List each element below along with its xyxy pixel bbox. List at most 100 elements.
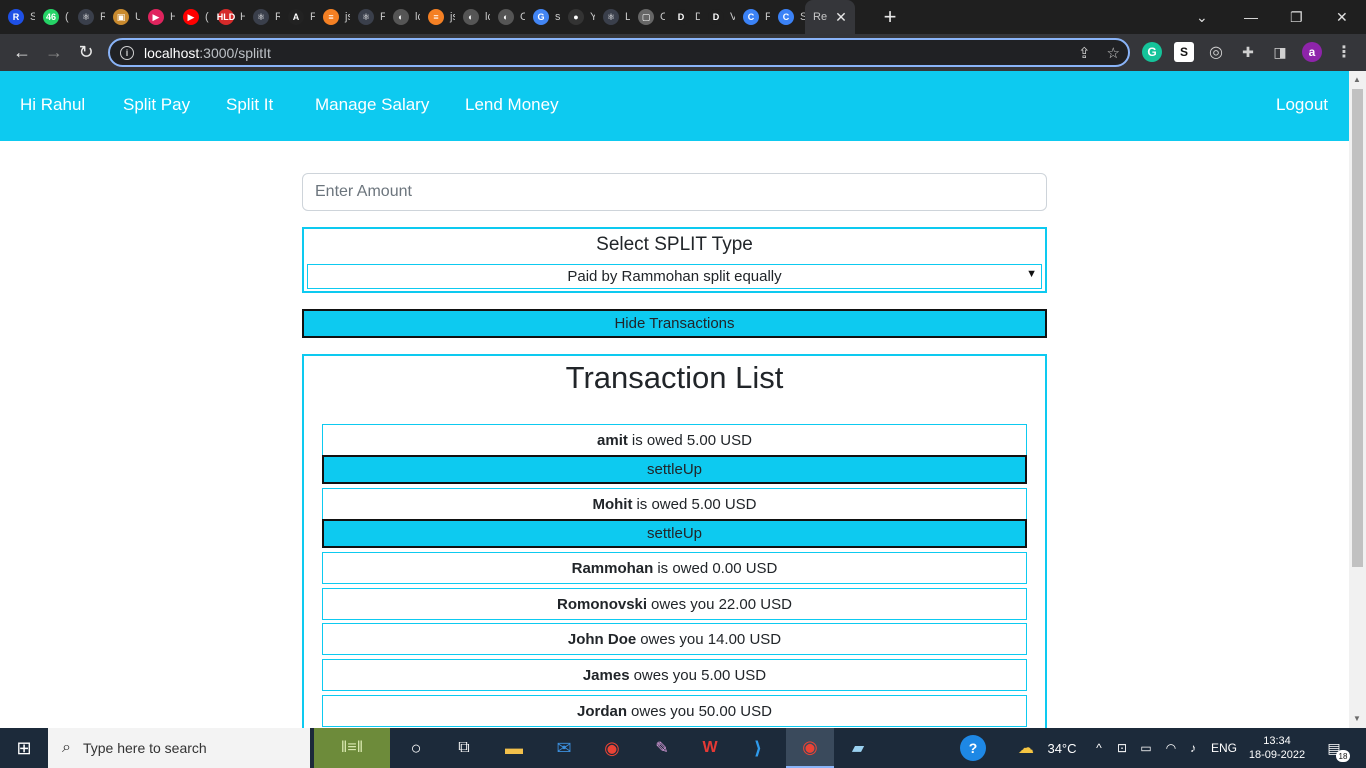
split-type-selected: Paid by Rammohan split equally bbox=[567, 268, 782, 285]
wps-office-icon[interactable]: W bbox=[694, 728, 726, 768]
nav-split-it[interactable]: Split It bbox=[226, 95, 273, 115]
restore-icon[interactable]: ❐ bbox=[1290, 0, 1303, 34]
cortana-icon[interactable]: ○ bbox=[400, 728, 432, 768]
close-window-icon[interactable]: ✕ bbox=[1336, 0, 1348, 34]
site-info-icon[interactable]: i bbox=[120, 45, 134, 60]
split-type-heading: Select SPLIT Type bbox=[596, 234, 753, 255]
browser-tab[interactable]: ◐lc bbox=[455, 0, 490, 34]
browser-tab[interactable]: ◐ C bbox=[490, 0, 525, 34]
url-host: localhost bbox=[144, 44, 200, 61]
browser-tab[interactable]: ≡js bbox=[420, 0, 455, 34]
browser-tab[interactable]: ▣ U bbox=[105, 0, 140, 34]
browser-tab[interactable]: ● Y bbox=[560, 0, 595, 34]
clock[interactable]: 13:34 18-09-2022 bbox=[1246, 728, 1308, 768]
nav-manage-salary[interactable]: Manage Salary bbox=[315, 95, 429, 115]
split-type-select[interactable]: Paid by Rammohan split equally ▼ bbox=[307, 264, 1042, 289]
browser-tab[interactable]: DV bbox=[700, 0, 735, 34]
windows-start-icon[interactable]: ⊞ bbox=[8, 728, 40, 768]
transaction-name: Jordan bbox=[577, 702, 628, 720]
notification-center-icon[interactable]: ▤ bbox=[1322, 728, 1346, 768]
help-icon[interactable]: ? bbox=[960, 735, 986, 761]
scrollbar-thumb[interactable] bbox=[1352, 89, 1363, 567]
nav-greeting[interactable]: Hi Rahul bbox=[20, 95, 85, 115]
browser-tab[interactable]: ⚛ L bbox=[595, 0, 630, 34]
weather-icon[interactable]: ☁ bbox=[1012, 728, 1040, 768]
forward-icon[interactable]: → bbox=[38, 37, 70, 69]
address-bar[interactable]: i localhost:3000/splitIt ⇪ ☆ bbox=[108, 38, 1130, 67]
tab-favicon-icon: ▣ bbox=[113, 9, 129, 25]
browser-tab[interactable]: AF bbox=[280, 0, 315, 34]
file-explorer-icon[interactable]: ▬ bbox=[498, 728, 530, 768]
tab-title: ( bbox=[205, 11, 209, 23]
task-view-icon[interactable]: ⧉ bbox=[448, 728, 480, 768]
tab-favicon-icon: ◐ bbox=[498, 9, 514, 25]
share-icon[interactable]: ⇪ bbox=[1078, 44, 1091, 62]
browser-tab[interactable]: ⚛ R bbox=[70, 0, 105, 34]
browser-tab[interactable]: CS bbox=[770, 0, 805, 34]
scroll-up-icon[interactable]: ▲ bbox=[1353, 75, 1361, 84]
browser-tab[interactable]: DD bbox=[665, 0, 700, 34]
s-extension-icon[interactable]: S bbox=[1174, 42, 1194, 62]
vscode-icon[interactable]: ⟩ bbox=[742, 728, 774, 768]
paint-icon[interactable]: ✎ bbox=[646, 728, 678, 768]
tab-favicon-icon: ▢ bbox=[638, 9, 654, 25]
transaction-row: Mohit is owed 5.00 USD bbox=[322, 488, 1027, 520]
battery-icon[interactable]: ▭ bbox=[1138, 728, 1154, 768]
settle-up-button[interactable]: settleUp bbox=[322, 455, 1027, 484]
temperature-text[interactable]: 34°C bbox=[1044, 728, 1080, 768]
browser-tab[interactable]: ▢ C bbox=[630, 0, 665, 34]
transaction-name: Rammohan bbox=[571, 559, 654, 577]
browser-tab[interactable]: ⚛ R bbox=[245, 0, 280, 34]
browser-tab[interactable]: 46 ( bbox=[35, 0, 70, 34]
browser-tab[interactable]: ⚛ F bbox=[350, 0, 385, 34]
transaction-text: is owed 5.00 USD bbox=[631, 431, 752, 449]
side-panel-icon[interactable]: ◨ bbox=[1270, 42, 1290, 62]
minimize-icon[interactable]: — bbox=[1244, 0, 1258, 34]
browser-menu-icon[interactable]: ⋮ bbox=[1334, 42, 1354, 62]
browser-tab[interactable]: CF bbox=[735, 0, 770, 34]
browser-tab[interactable]: RS bbox=[0, 0, 35, 34]
nav-logout[interactable]: Logout bbox=[1276, 95, 1328, 115]
nav-split-pay[interactable]: Split Pay bbox=[123, 95, 190, 115]
wifi-icon[interactable]: ◠ bbox=[1162, 728, 1180, 768]
browser-tab[interactable]: ▶( bbox=[175, 0, 210, 34]
scroll-down-icon[interactable]: ▼ bbox=[1353, 714, 1361, 723]
chrome-active-taskbar-icon[interactable]: ◉ bbox=[786, 728, 834, 768]
taskbar-search-box[interactable]: ⌕ Type here to search bbox=[48, 728, 310, 768]
profile-avatar[interactable]: a bbox=[1302, 42, 1322, 62]
hide-transactions-button[interactable]: Hide Transactions bbox=[302, 309, 1047, 338]
notepad-icon[interactable]: ▰ bbox=[842, 728, 874, 768]
settle-up-button[interactable]: settleUp bbox=[322, 519, 1027, 548]
browser-tab[interactable]: Gs bbox=[525, 0, 560, 34]
amount-input[interactable] bbox=[302, 173, 1047, 211]
tab-active[interactable]: Re ✕ bbox=[805, 0, 855, 34]
mail-icon[interactable]: ✉ bbox=[548, 728, 580, 768]
browser-tab[interactable]: HLD H bbox=[210, 0, 245, 34]
tab-favicon-icon: ▶ bbox=[148, 9, 164, 25]
browser-tab[interactable]: ▶ H bbox=[140, 0, 175, 34]
browser-tab[interactable]: ≡js bbox=[315, 0, 350, 34]
back-icon[interactable]: ← bbox=[6, 37, 38, 69]
url-text[interactable]: localhost:3000/splitIt bbox=[144, 45, 271, 61]
reload-icon[interactable]: ↻ bbox=[70, 37, 102, 69]
target-extension-icon[interactable]: ◎ bbox=[1206, 42, 1226, 62]
network-device-icon[interactable]: ⊡ bbox=[1114, 728, 1130, 768]
page-scrollbar[interactable]: ▲ ▼ bbox=[1349, 71, 1366, 728]
grammarly-extension-icon[interactable]: G bbox=[1142, 42, 1162, 62]
tray-chevron-up-icon[interactable]: ^ bbox=[1092, 728, 1106, 768]
transaction-row: Rammohan is owed 0.00 USD bbox=[322, 552, 1027, 584]
nav-lend-money[interactable]: Lend Money bbox=[465, 95, 559, 115]
tab-favicon-icon: HLD bbox=[217, 9, 235, 25]
volume-icon[interactable]: ♪ bbox=[1184, 728, 1202, 768]
new-tab-button[interactable]: + bbox=[875, 4, 905, 30]
language-indicator[interactable]: ENG bbox=[1208, 728, 1240, 768]
taskbar-search-placeholder: Type here to search bbox=[82, 740, 207, 756]
bookmark-star-icon[interactable]: ☆ bbox=[1107, 44, 1120, 62]
puzzle-extensions-icon[interactable]: ✚ bbox=[1238, 42, 1258, 62]
search-highlight-image[interactable]: ǁ≡ǁ bbox=[314, 728, 390, 768]
chrome-taskbar-icon[interactable]: ◉ bbox=[596, 728, 628, 768]
transaction-text: owes you 5.00 USD bbox=[633, 666, 767, 684]
tab-close-icon[interactable]: ✕ bbox=[835, 9, 847, 26]
tab-search-icon[interactable]: ⌄ bbox=[1196, 0, 1208, 34]
browser-tab[interactable]: ◐lc bbox=[385, 0, 420, 34]
